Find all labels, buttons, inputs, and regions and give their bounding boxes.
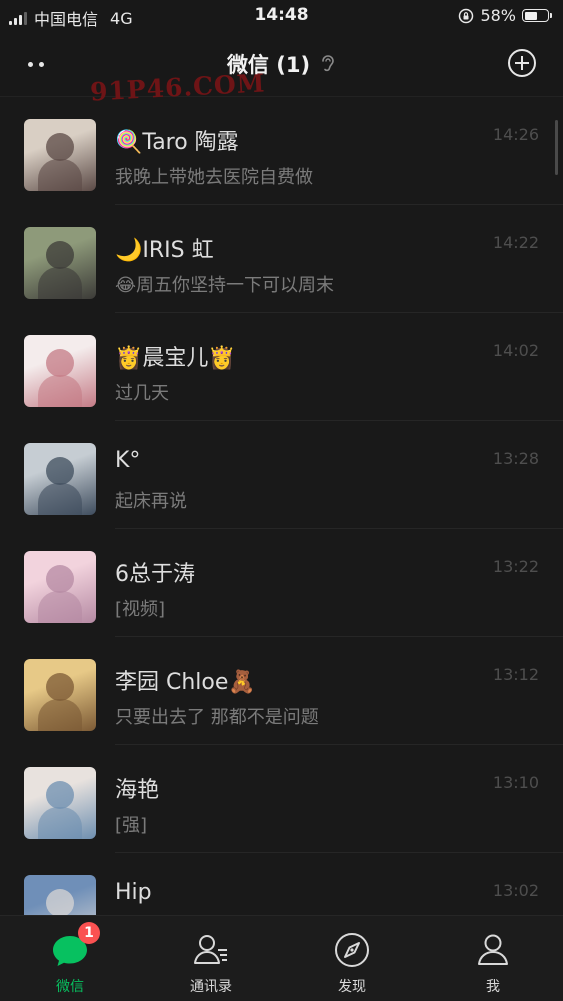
chat-last-message: 我晚上带她去医院自费做 xyxy=(115,167,313,188)
battery-icon xyxy=(522,9,552,22)
tab-contacts[interactable]: 通讯录 xyxy=(141,916,281,1001)
chat-last-message: [强] xyxy=(115,815,148,836)
orientation-lock-icon xyxy=(459,8,474,23)
chat-row[interactable]: 海艳 [强] 13:10 xyxy=(0,745,563,853)
avatar xyxy=(24,335,96,407)
page-title: 微信 (1) xyxy=(226,53,311,77)
tab-label: 发现 xyxy=(338,979,366,995)
chat-last-message: 过几天 xyxy=(115,383,169,404)
tab-label: 我 xyxy=(486,979,500,995)
chat-time: 13:02 xyxy=(492,881,539,900)
chat-name: Hip xyxy=(115,880,152,905)
chat-time: 14:22 xyxy=(492,233,539,252)
chat-name: 6总于涛 xyxy=(115,562,195,587)
add-plus-button[interactable] xyxy=(507,48,537,78)
chat-row[interactable]: 👸晨宝儿👸 过几天 14:02 xyxy=(0,313,563,421)
chat-time: 13:10 xyxy=(492,773,539,792)
chat-name: 李园 Chloe🧸 xyxy=(115,670,256,695)
avatar xyxy=(24,551,96,623)
chat-time: 13:12 xyxy=(492,665,539,684)
tab-wechat[interactable]: 1 微信 xyxy=(0,916,140,1001)
compass-icon xyxy=(335,933,369,967)
avatar xyxy=(24,119,96,191)
chat-list: 🍭Taro 陶露我晚上带她去医院自费做 14:26 🌙IRIS 虹 😂周五你坚持一下可… xyxy=(0,97,563,961)
earpiece-icon xyxy=(322,55,334,72)
person-icon xyxy=(478,934,508,965)
status-bar: 中国电信 4G 14:48 58% xyxy=(0,0,563,32)
scrollbar[interactable] xyxy=(555,120,558,175)
tab-label: 微信 xyxy=(56,979,84,995)
chat-name: 🌙IRIS 虹 xyxy=(115,238,214,263)
chat-row[interactable]: 🍭Taro 陶露我晚上带她去医院自费做 14:26 xyxy=(0,97,563,205)
chat-name: K° xyxy=(115,448,141,473)
chat-last-message: 只要出去了 那都不是问题 xyxy=(115,707,319,728)
tab-discover[interactable]: 发现 xyxy=(282,916,422,1001)
chat-name: 海艳 xyxy=(115,778,160,803)
chat-last-message: [视频] xyxy=(115,599,166,620)
battery-percent: 58% xyxy=(480,6,516,25)
tab-label: 通讯录 xyxy=(190,979,232,995)
avatar xyxy=(24,659,96,731)
avatar xyxy=(24,767,96,839)
chat-name: 👸晨宝儿👸 xyxy=(115,346,236,371)
avatar xyxy=(24,443,96,515)
chat-last-message: 起床再说 xyxy=(115,491,187,512)
title-wrap: 微信 (1) xyxy=(0,49,563,79)
tab-bar: 1 微信 通讯录 发现 我 xyxy=(0,915,563,1001)
chat-row[interactable]: 6总于涛 [视频] 13:22 xyxy=(0,529,563,637)
chat-name: 🍭Taro 陶露 xyxy=(115,130,239,155)
tab-me[interactable]: 我 xyxy=(423,916,563,1001)
chat-time: 13:22 xyxy=(492,557,539,576)
chat-time: 14:26 xyxy=(492,125,539,144)
chat-row[interactable]: 李园 Chloe🧸 只要出去了 那都不是问题 13:12 xyxy=(0,637,563,745)
avatar xyxy=(24,227,96,299)
chat-row[interactable]: K° 起床再说 13:28 xyxy=(0,421,563,529)
unread-badge: 1 xyxy=(78,922,100,944)
status-right: 58% xyxy=(458,6,552,25)
nav-header: 91P46.COM 微信 (1) xyxy=(0,32,563,107)
chat-time: 14:02 xyxy=(492,341,539,360)
chat-time: 13:28 xyxy=(492,449,539,468)
chat-row[interactable]: 🌙IRIS 虹 😂周五你坚持一下可以周末 14:22 xyxy=(0,205,563,313)
chat-last-message: 😂周五你坚持一下可以周末 xyxy=(115,275,335,296)
contacts-icon xyxy=(194,935,227,964)
